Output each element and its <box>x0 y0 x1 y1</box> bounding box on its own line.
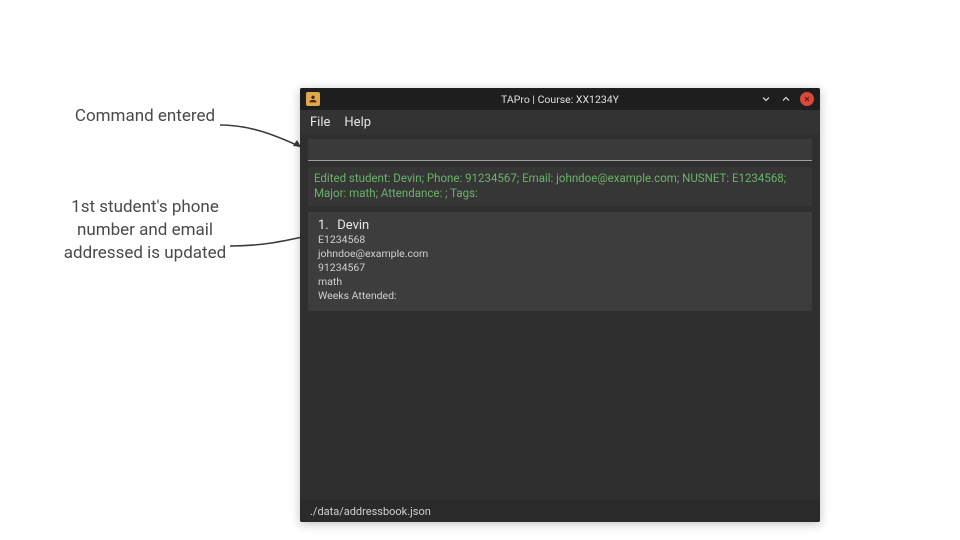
command-input[interactable] <box>308 139 812 161</box>
titlebar[interactable]: TAPro | Course: XX1234Y <box>300 88 820 110</box>
close-button[interactable] <box>800 92 814 106</box>
menu-help[interactable]: Help <box>344 115 371 130</box>
menubar: File Help <box>300 110 820 134</box>
annotation-update: 1st student's phone number and email add… <box>60 196 230 265</box>
window-title: TAPro | Course: XX1234Y <box>300 93 820 106</box>
statusbar: ./data/addressbook.json <box>300 500 820 522</box>
student-list[interactable]: 1. Devin E1234568 johndoe@example.com 91… <box>308 212 812 500</box>
menu-file[interactable]: File <box>310 115 330 130</box>
annotation-command: Command entered <box>70 105 220 128</box>
student-name: Devin <box>337 218 369 233</box>
student-card[interactable]: 1. Devin E1234568 johndoe@example.com 91… <box>308 212 812 312</box>
student-nusnet: E1234568 <box>318 233 802 247</box>
minimize-icon[interactable] <box>760 93 772 105</box>
student-email: johndoe@example.com <box>318 247 802 261</box>
student-major: math <box>318 275 802 289</box>
student-index: 1. <box>318 218 334 233</box>
arrow-top <box>215 115 310 155</box>
student-phone: 91234567 <box>318 261 802 275</box>
result-display: Edited student: Devin; Phone: 91234567; … <box>308 167 812 206</box>
maximize-icon[interactable] <box>780 93 792 105</box>
app-window: TAPro | Course: XX1234Y File Help Edited… <box>300 88 820 522</box>
status-path: ./data/addressbook.json <box>310 505 431 518</box>
app-icon <box>306 92 320 106</box>
student-weeks: Weeks Attended: <box>318 289 802 303</box>
